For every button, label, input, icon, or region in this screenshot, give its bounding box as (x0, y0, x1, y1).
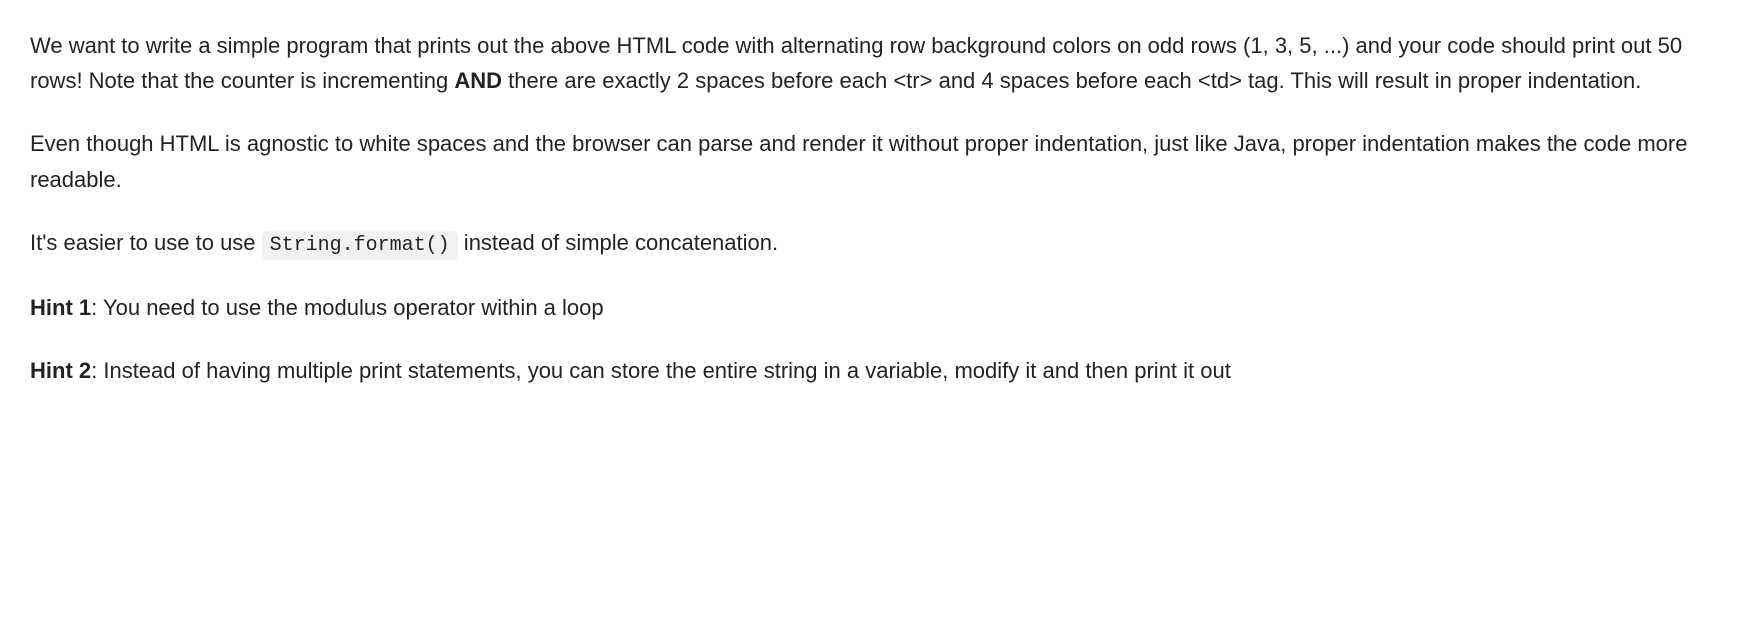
text-part: : Instead of having multiple print state… (91, 358, 1231, 383)
hint-label: Hint 2 (30, 358, 91, 383)
bold-and: AND (454, 68, 502, 93)
paragraph-string-format: It's easier to use to use String.format(… (30, 225, 1712, 262)
text-part: there are exactly 2 spaces before each <… (502, 68, 1641, 93)
code-string-format: String.format() (262, 231, 458, 260)
text-part: It's easier to use to use (30, 230, 262, 255)
text-part: : You need to use the modulus operator w… (91, 295, 603, 320)
paragraph-indentation-note: Even though HTML is agnostic to white sp… (30, 126, 1712, 196)
hint-label: Hint 1 (30, 295, 91, 320)
paragraph-hint-2: Hint 2: Instead of having multiple print… (30, 353, 1712, 388)
paragraph-instructions: We want to write a simple program that p… (30, 28, 1712, 98)
paragraph-hint-1: Hint 1: You need to use the modulus oper… (30, 290, 1712, 325)
text-part: instead of simple concatenation. (458, 230, 778, 255)
